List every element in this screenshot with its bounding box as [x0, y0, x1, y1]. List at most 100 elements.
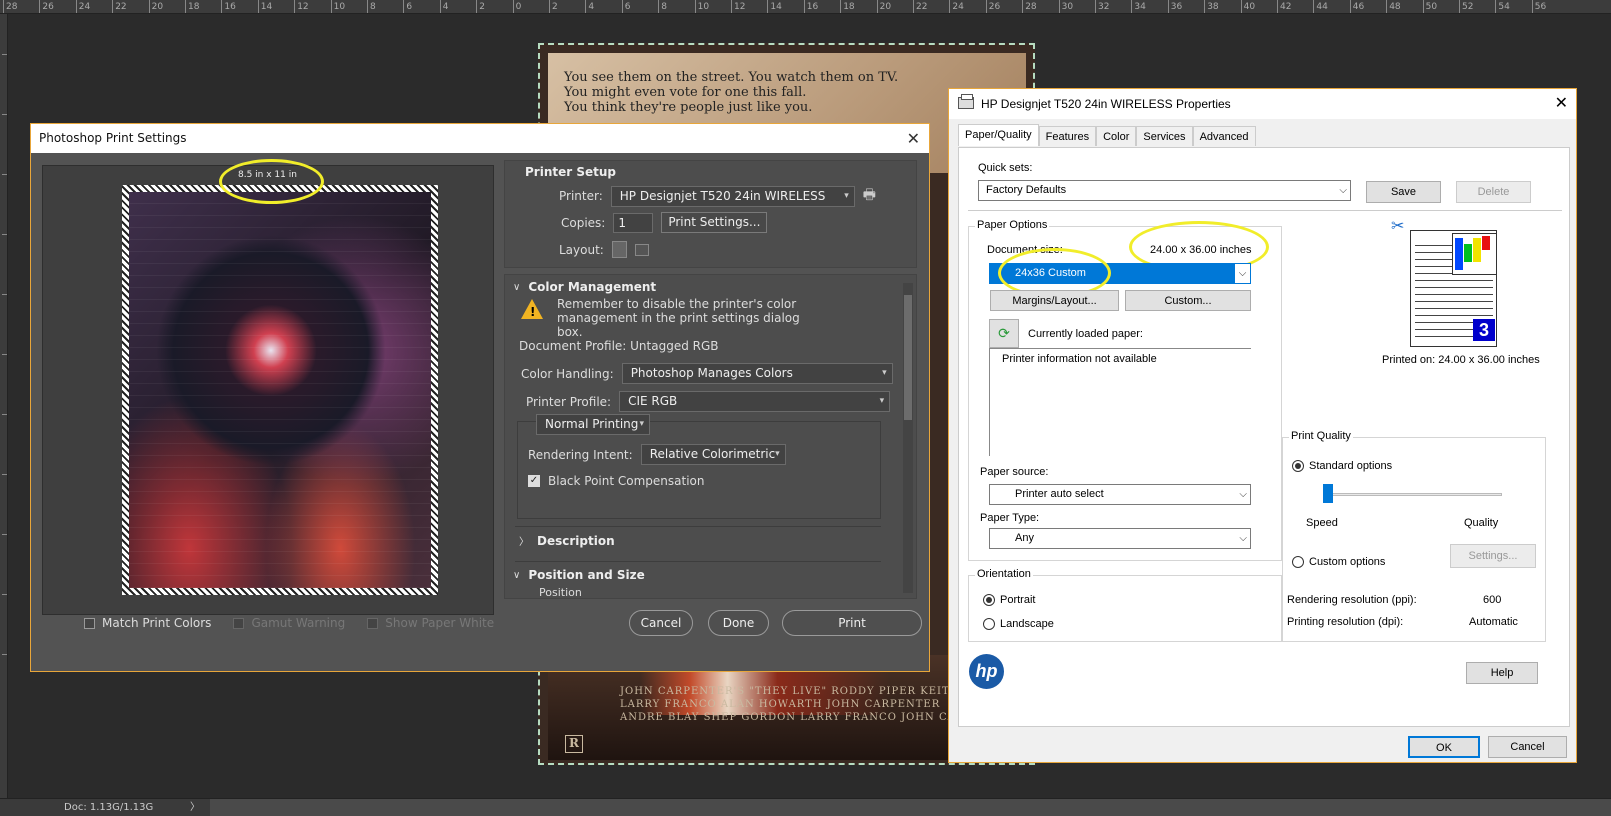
ruler-tick: 20 [148, 0, 163, 13]
scissors-icon: ✂ [1391, 218, 1405, 235]
chevron-down-icon: ⌵ [1239, 489, 1247, 500]
paper-type-select[interactable]: Any ⌵ [989, 528, 1251, 549]
quality-slider-track[interactable] [1328, 493, 1502, 496]
doc-size-status: Doc: 1.13G/1.13G 〉 [0, 799, 210, 816]
chevron-down-icon[interactable]: ∨ [513, 570, 520, 581]
ruler-tick: 4 [585, 0, 594, 13]
tab-color[interactable]: Color [1096, 126, 1137, 146]
portrait-layout-icon[interactable] [611, 241, 627, 258]
quick-sets-label: Quick sets: [978, 162, 1033, 174]
paper-quality-page: Quick sets: Factory Defaults ⌵ Save Delet… [958, 147, 1570, 727]
ruler-tick: 50 [1422, 0, 1437, 13]
chevron-right-icon[interactable]: 〉 [519, 533, 529, 548]
tab-services[interactable]: Services [1136, 126, 1193, 146]
print-settings-button[interactable]: Print Settings... [661, 212, 768, 233]
horizontal-ruler[interactable]: 28 26 24 22 20 18 16 14 12 10 8 6 4 2 0 2 4 6 8 10 12 14 16 18 2… [0, 0, 1611, 14]
chevron-down-icon: ▾ [879, 396, 885, 406]
help-button[interactable]: Help [1466, 662, 1538, 684]
printer-setup-section: Printer Setup Printer: HP Designjet T520… [504, 160, 917, 268]
match-print-colors-checkbox[interactable]: Match Print Colors [84, 616, 211, 630]
print-button[interactable]: Print [782, 610, 922, 636]
landscape-radio[interactable]: Landscape [983, 618, 1054, 630]
select-value: Factory Defaults [986, 184, 1067, 196]
radio-dot [1292, 460, 1304, 472]
close-icon[interactable]: ✕ [1555, 89, 1568, 119]
ruler-tick: 22 [112, 0, 127, 13]
ruler-tick: 52 [1459, 0, 1473, 13]
rendering-resolution-label: Rendering resolution (ppi): [1287, 594, 1417, 606]
gamut-warning-checkbox[interactable]: Gamut Warning [233, 616, 345, 630]
quality-settings-button[interactable]: Settings... [1450, 544, 1536, 568]
vertical-ruler[interactable] [0, 14, 8, 804]
copies-input[interactable]: 1 [613, 212, 654, 233]
dialog-titlebar[interactable]: Photoshop Print Settings ✕ [31, 124, 929, 153]
chevron-down-icon: ⌵ [1339, 185, 1347, 196]
select-value: Printer auto select [1015, 488, 1104, 500]
black-point-checkbox[interactable]: ✓ Black Point Compensation [528, 474, 705, 488]
printing-resolution-value: Automatic [1469, 616, 1518, 628]
delete-button[interactable]: Delete [1456, 181, 1531, 203]
quality-slider-thumb[interactable] [1323, 484, 1333, 503]
printer-select[interactable]: HP Designjet T520 24in WIRELESS ▾ [610, 185, 855, 207]
rendering-intent-select[interactable]: Relative Colorimetric ▾ [640, 444, 786, 465]
refresh-icon[interactable]: ⟳ [989, 319, 1019, 348]
ruler-tick: 6 [621, 0, 631, 13]
checkmark-icon: ✓ [528, 475, 540, 487]
settings-scroll-panel[interactable]: ∨ Color Management ! Remember to disable … [504, 274, 917, 599]
ok-button[interactable]: OK [1408, 736, 1480, 758]
bar [1482, 236, 1490, 250]
landscape-layout-icon[interactable] [634, 243, 649, 256]
ruler-tick: 46 [1349, 0, 1364, 13]
radio-label: Portrait [1000, 594, 1036, 606]
custom-options-radio[interactable]: Custom options [1292, 556, 1385, 568]
ruler-tick: 18 [185, 0, 199, 13]
dialog-titlebar[interactable]: HP Designjet T520 24in WIRELESS Properti… [949, 89, 1576, 119]
ruler-tick: 10 [694, 0, 709, 13]
printing-mode-select[interactable]: Normal Printing ▾ [536, 414, 650, 435]
ruler-tick: 40 [1240, 0, 1255, 13]
color-management-heading[interactable]: Color Management [528, 280, 656, 294]
cancel-button[interactable]: Cancel [629, 610, 693, 636]
close-icon[interactable]: ✕ [907, 124, 920, 153]
quick-sets-select[interactable]: Factory Defaults ⌵ [978, 180, 1351, 201]
color-warning-text: Remember to disable the printer's color … [557, 297, 800, 339]
chevron-down-icon: ▾ [844, 190, 849, 201]
paper-source-select[interactable]: Printer auto select ⌵ [989, 484, 1251, 505]
tab-features[interactable]: Features [1038, 126, 1097, 146]
document-profile: Document Profile: Untagged RGB [519, 339, 719, 353]
select-value: CIE RGB [628, 394, 678, 408]
bar [1455, 238, 1463, 270]
preview-paper[interactable] [122, 185, 438, 595]
dialog-title: HP Designjet T520 24in WIRELESS Properti… [981, 97, 1231, 111]
printer-profile-select[interactable]: CIE RGB ▾ [619, 391, 891, 412]
tab-paper-quality[interactable]: Paper/Quality [958, 124, 1039, 146]
ruler-tick: 48 [1386, 0, 1401, 13]
standard-options-radio[interactable]: Standard options [1292, 460, 1392, 472]
chevron-down-icon: ▾ [639, 419, 644, 429]
layout-label: Layout: [559, 242, 604, 257]
custom-size-button[interactable]: Custom... [1125, 290, 1251, 311]
slider-min-label: Speed [1306, 517, 1338, 529]
portrait-radio[interactable]: Portrait [983, 594, 1035, 606]
printer-add-icon[interactable]: 🖶 [863, 184, 876, 208]
ruler-tick: 8 [367, 0, 376, 13]
color-handling-select[interactable]: Photoshop Manages Colors ▾ [621, 363, 893, 384]
scrollbar[interactable] [903, 283, 913, 593]
chevron-down-icon[interactable]: ∨ [513, 282, 520, 293]
dialog-title: Photoshop Print Settings [39, 131, 187, 145]
cancel-button[interactable]: Cancel [1488, 736, 1567, 758]
show-paper-white-checkbox[interactable]: Show Paper White [367, 616, 494, 630]
margins-layout-button[interactable]: Margins/Layout... [990, 290, 1119, 311]
position-size-heading[interactable]: Position and Size [528, 568, 644, 582]
ruler-tick: 16 [803, 0, 818, 13]
scrollbar-thumb[interactable] [904, 295, 912, 420]
status-menu-arrow[interactable]: 〉 [190, 799, 200, 816]
preview-options: Match Print Colors Gamut Warning Show Pa… [84, 616, 494, 630]
ruler-tick: 12 [294, 0, 309, 13]
ruler-tick: 18 [840, 0, 855, 13]
select-value: Normal Printing [545, 417, 639, 431]
description-heading[interactable]: Description [537, 534, 615, 548]
save-button[interactable]: Save [1366, 181, 1441, 203]
tab-advanced[interactable]: Advanced [1192, 126, 1256, 146]
done-button[interactable]: Done [708, 610, 769, 636]
